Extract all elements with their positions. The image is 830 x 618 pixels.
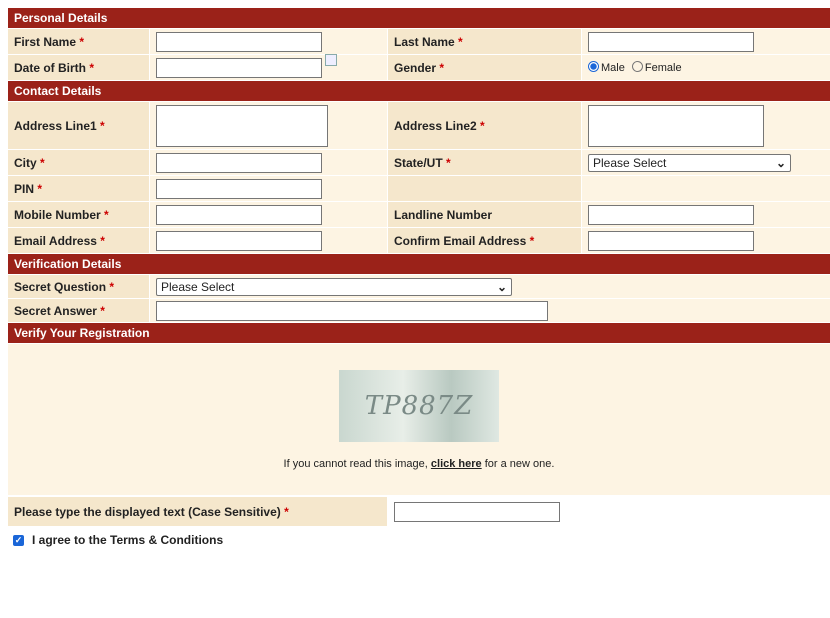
mobile-label: Mobile Number * [7, 201, 150, 228]
terms-label: I agree to the Terms & Conditions [32, 533, 224, 547]
captcha-text: TP887Z [364, 390, 474, 421]
dob-input[interactable] [156, 57, 322, 78]
secret-answer-label: Secret Answer * [7, 298, 150, 323]
landline-input[interactable] [588, 204, 754, 225]
dob-label: Date of Birth * [7, 54, 150, 81]
captcha-prompt-label: Please type the displayed text (Case Sen… [7, 496, 388, 527]
first-name-input[interactable] [156, 31, 322, 52]
captcha-note: If you cannot read this image, click her… [283, 457, 555, 470]
pin-label: PIN * [7, 175, 150, 202]
gender-male-radio[interactable] [588, 61, 599, 72]
gender-female-radio[interactable] [631, 61, 643, 72]
landline-label: Landline Number [387, 201, 582, 228]
email-input[interactable] [156, 230, 322, 251]
address1-label: Address Line1 * [7, 101, 150, 150]
gender-label: Gender * [387, 54, 582, 81]
state-label: State/UT * [387, 149, 582, 176]
first-name-label: First Name * [7, 28, 150, 55]
state-select[interactable]: Please Select ⌄ [588, 153, 791, 172]
address2-textarea[interactable] [588, 104, 764, 147]
confirm-email-input[interactable] [588, 230, 754, 251]
registration-form: Personal Details First Name * Last Name … [7, 7, 830, 547]
chevron-down-icon: ⌄ [496, 279, 507, 294]
chevron-down-icon: ⌄ [775, 155, 786, 170]
last-name-input[interactable] [588, 31, 754, 52]
email-label: Email Address * [7, 227, 150, 254]
address1-textarea[interactable] [156, 104, 328, 147]
secret-answer-input[interactable] [156, 300, 548, 321]
secret-question-select[interactable]: Please Select ⌄ [156, 277, 512, 296]
section-verify-registration: Verify Your Registration [7, 322, 830, 344]
confirm-email-label: Confirm Email Address * [387, 227, 582, 254]
address2-label: Address Line2 * [387, 101, 582, 150]
section-contact-details: Contact Details [7, 80, 830, 102]
city-input[interactable] [156, 152, 322, 173]
terms-checkbox[interactable]: ✓ [13, 534, 24, 546]
section-personal-details: Personal Details [7, 7, 830, 29]
terms-row: ✓ I agree to the Terms & Conditions [7, 533, 830, 547]
last-name-label: Last Name * [387, 28, 582, 55]
captcha-refresh-link[interactable]: click here [431, 458, 482, 470]
gender-female-label: Female [644, 62, 682, 74]
gender-male-label: Male [601, 62, 625, 74]
pin-input[interactable] [156, 178, 322, 199]
calendar-icon[interactable] [325, 53, 337, 66]
captcha-image: TP887Z [339, 369, 499, 442]
secret-question-label: Secret Question * [7, 274, 150, 299]
city-label: City * [7, 149, 150, 176]
section-verification-details: Verification Details [7, 253, 830, 275]
mobile-input[interactable] [156, 204, 322, 225]
captcha-input[interactable] [394, 501, 560, 522]
